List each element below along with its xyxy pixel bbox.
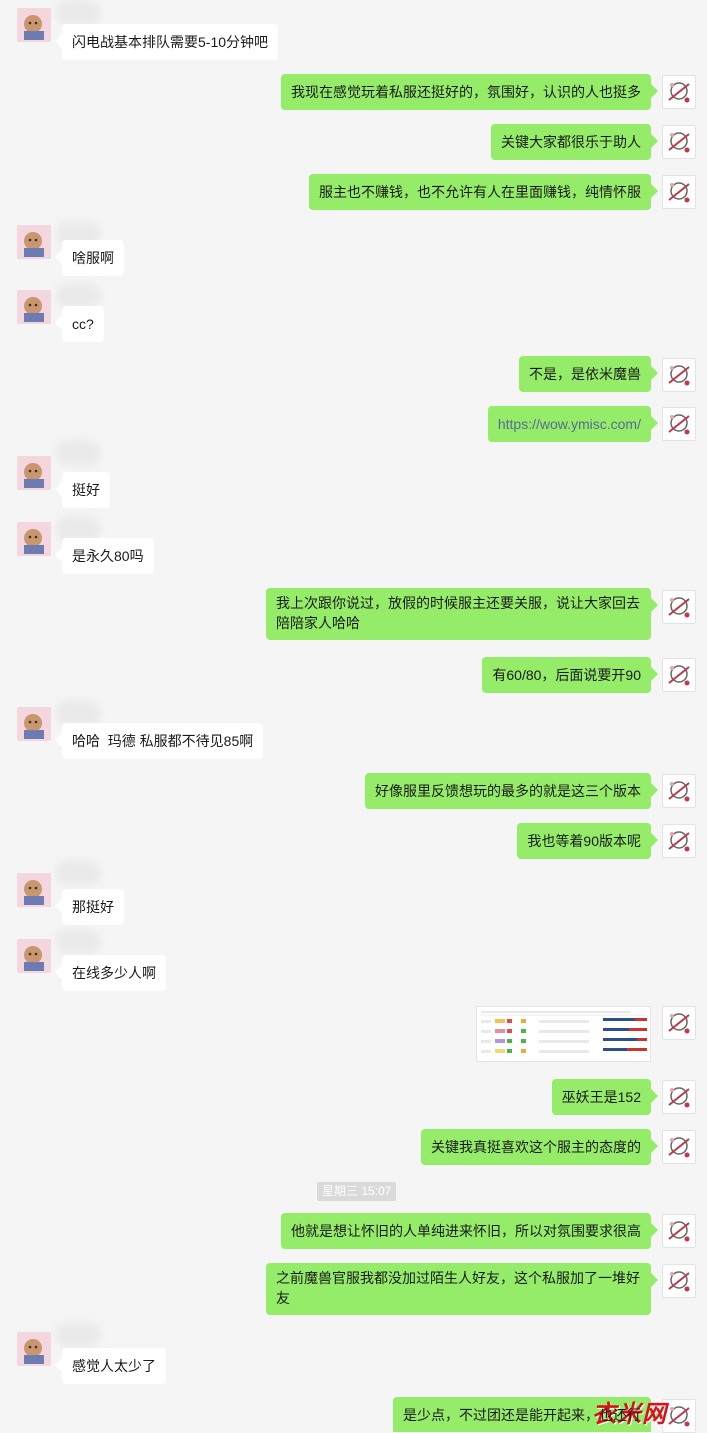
message-text: 挺好 — [72, 482, 100, 498]
message-text: 那挺好 — [72, 899, 114, 915]
message-bubble[interactable]: cc? — [62, 306, 104, 342]
message-bubble[interactable]: 闪电战基本排队需要5-10分钟吧 — [62, 24, 279, 60]
message-bubble[interactable]: 我上次跟你说过，放假的时候服主还要关服，说让大家回去陪陪家人哈哈 — [266, 588, 651, 640]
message-text: 巫妖王是152 — [561, 1089, 641, 1105]
message-bubble[interactable]: 关键大家都很乐于助人 — [491, 124, 651, 160]
blurred-nickname — [55, 1322, 101, 1348]
message-bubble[interactable]: 之前魔兽官服我都没加过陌生人好友，这个私服加了一堆好友 — [266, 1263, 651, 1315]
message-bubble[interactable]: 哈哈 玛德 私服都不待见85啊 — [62, 723, 264, 759]
message-text: 关键大家都很乐于助人 — [501, 134, 641, 150]
blurred-nickname — [55, 860, 101, 886]
contact-avatar[interactable] — [17, 522, 51, 556]
server-list-thumbnail-image — [477, 1007, 650, 1061]
message-text: 他就是想让怀旧的人单纯进来怀旧，所以对氛围要求很高 — [291, 1223, 641, 1239]
contact-avatar[interactable] — [17, 225, 51, 259]
message-bubble[interactable]: 那挺好 — [62, 889, 124, 925]
message-bubble[interactable]: 服主也不赚钱，也不允许有人在里面赚钱，纯情怀服 — [309, 174, 651, 210]
self-avatar[interactable] — [662, 358, 696, 392]
message-bubble[interactable]: 啥服啊 — [62, 240, 124, 276]
message-link[interactable]: https://wow.ymisc.com/ — [498, 414, 641, 434]
message-bubble[interactable]: 好像服里反馈想玩的最多的就是这三个版本 — [365, 773, 651, 809]
contact-avatar[interactable] — [17, 290, 51, 324]
timestamp-divider: 星期三 15:07 — [317, 1182, 397, 1201]
message-bubble[interactable]: 他就是想让怀旧的人单纯进来怀旧，所以对氛围要求很高 — [281, 1213, 651, 1249]
message-text: 在线多少人啊 — [72, 965, 156, 981]
message-text: 我现在感觉玩着私服还挺好的，氛围好，认识的人也挺多 — [291, 84, 641, 100]
message-bubble[interactable]: 是永久80吗 — [62, 538, 154, 574]
message-text: 啥服啊 — [72, 250, 114, 266]
contact-avatar[interactable] — [17, 8, 51, 42]
message-bubble[interactable]: https://wow.ymisc.com/ — [487, 406, 651, 442]
self-avatar[interactable] — [662, 1130, 696, 1164]
message-bubble[interactable]: 有60/80，后面说要开90 — [482, 657, 651, 693]
message-bubble[interactable]: 我也等着90版本呢 — [517, 823, 651, 859]
self-avatar[interactable] — [662, 175, 696, 209]
message-text: cc? — [72, 316, 94, 332]
self-avatar[interactable] — [662, 1399, 696, 1433]
self-avatar[interactable] — [662, 658, 696, 692]
message-text: 是少点，不过团还是能开起来，也还行 — [403, 1406, 641, 1423]
self-avatar[interactable] — [662, 774, 696, 808]
chat-area[interactable]: 闪电战基本排队需要5-10分钟吧 我现在感觉玩着私服还挺好的，氛围好，认识的人也… — [0, 0, 707, 1433]
self-avatar[interactable] — [662, 824, 696, 858]
message-text: 我上次跟你说过，放假的时候服主还要关服，说让大家回去陪陪家人哈哈 — [276, 595, 640, 631]
contact-avatar[interactable] — [17, 456, 51, 490]
message-text: 之前魔兽官服我都没加过陌生人好友，这个私服加了一堆好友 — [276, 1270, 640, 1306]
self-avatar[interactable] — [662, 125, 696, 159]
contact-avatar[interactable] — [17, 939, 51, 973]
message-text: 好像服里反馈想玩的最多的就是这三个版本 — [375, 783, 641, 799]
message-text: 有60/80，后面说要开90 — [492, 667, 641, 683]
contact-avatar[interactable] — [17, 1332, 51, 1366]
message-bubble[interactable]: 关键我真挺喜欢这个服主的态度的 — [421, 1129, 651, 1165]
self-avatar[interactable] — [662, 590, 696, 624]
message-text: 服主也不赚钱，也不允许有人在里面赚钱，纯情怀服 — [319, 184, 641, 200]
message-bubble[interactable]: 挺好 — [62, 472, 110, 508]
message-bubble[interactable]: 巫妖王是152 — [551, 1079, 651, 1115]
message-text: 关键我真挺喜欢这个服主的态度的 — [431, 1139, 641, 1155]
message-bubble[interactable]: 我现在感觉玩着私服还挺好的，氛围好，认识的人也挺多 — [281, 74, 651, 110]
self-avatar[interactable] — [662, 75, 696, 109]
image-message[interactable] — [476, 1006, 651, 1062]
message-text: 是永久80吗 — [72, 548, 144, 564]
self-avatar[interactable] — [662, 1214, 696, 1248]
blurred-nickname — [55, 0, 101, 26]
self-avatar[interactable] — [662, 1006, 696, 1040]
message-bubble[interactable]: 不是，是依米魔兽 — [519, 356, 651, 392]
message-text: 感觉人太少了 — [72, 1358, 156, 1374]
message-bubble[interactable]: 感觉人太少了 — [62, 1348, 166, 1384]
self-avatar[interactable] — [662, 407, 696, 441]
self-avatar[interactable] — [662, 1264, 696, 1298]
blurred-nickname — [55, 440, 101, 466]
contact-avatar[interactable] — [17, 873, 51, 907]
blurred-nickname — [55, 929, 101, 955]
message-text: 闪电战基本排队需要5-10分钟吧 — [72, 34, 269, 50]
message-bubble[interactable]: 在线多少人啊 — [62, 955, 166, 991]
message-text: 我也等着90版本呢 — [527, 833, 641, 849]
message-text: 哈哈 玛德 私服都不待见85啊 — [72, 733, 254, 749]
message-text: 不是，是依米魔兽 — [529, 366, 641, 382]
self-avatar[interactable] — [662, 1080, 696, 1114]
contact-avatar[interactable] — [17, 707, 51, 741]
